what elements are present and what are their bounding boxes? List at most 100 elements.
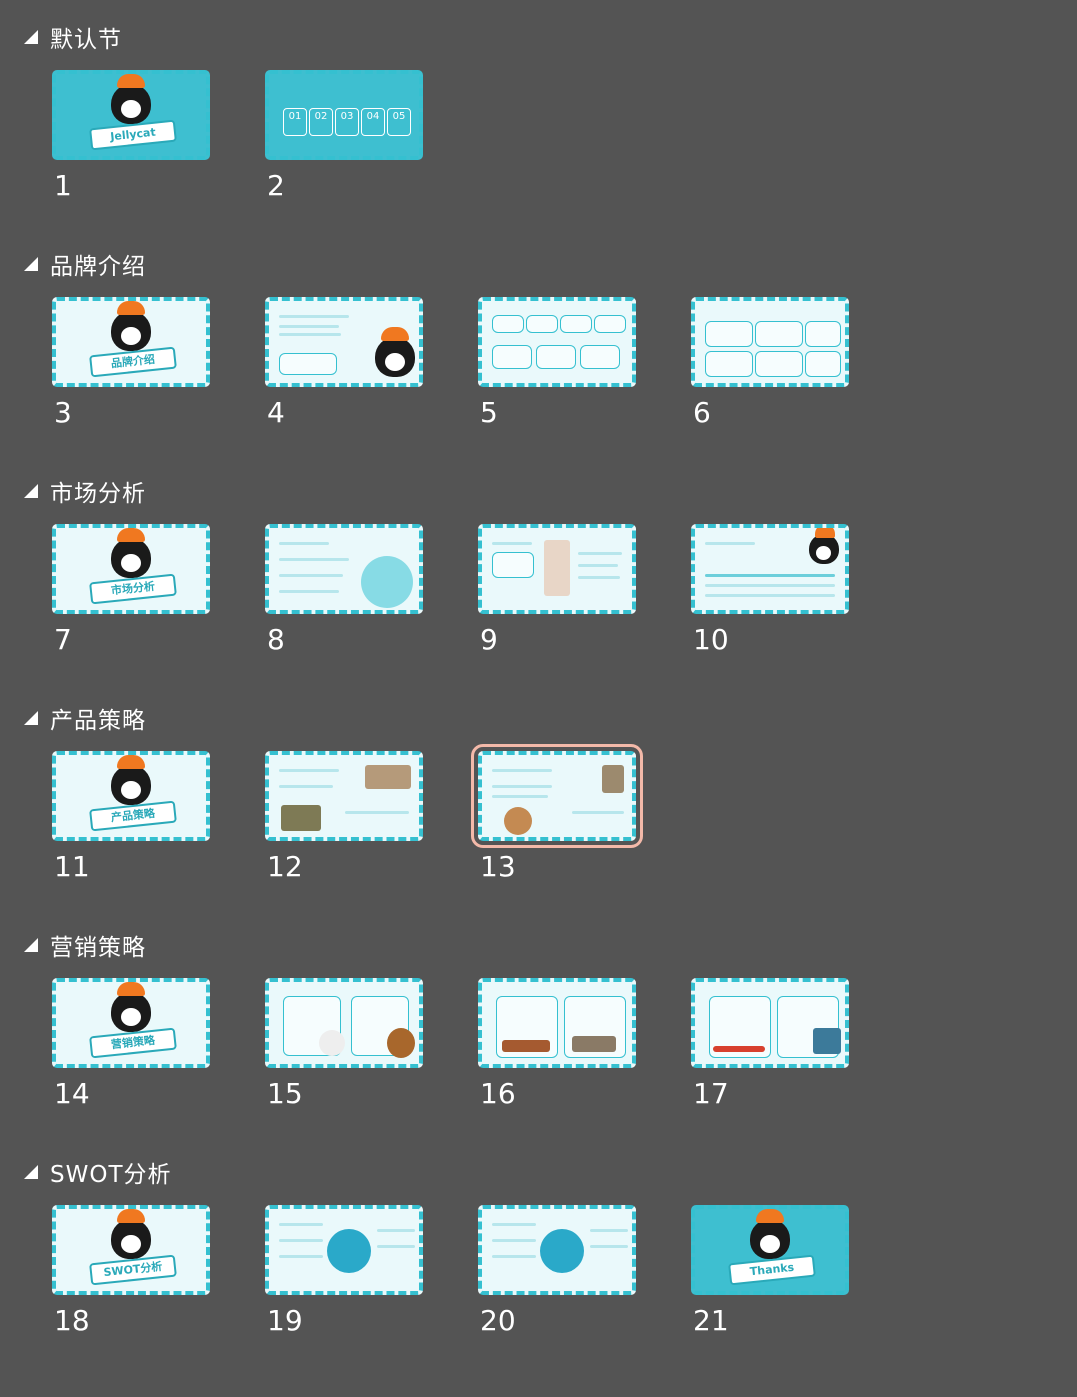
thumb-title: 品牌介绍 [89, 346, 177, 378]
slide-preview [691, 524, 849, 614]
slide-preview [265, 297, 423, 387]
slide-thumbnail-7[interactable]: 市场分析 7 [52, 524, 210, 656]
slide-number: 21 [693, 1304, 729, 1337]
slide-thumbnail-19[interactable]: 19 [265, 1205, 423, 1337]
section-title: 默认节 [50, 27, 122, 53]
cat-mascot-icon [111, 74, 151, 124]
slide-preview [265, 978, 423, 1068]
collapse-triangle-icon[interactable] [24, 938, 38, 952]
slide-number: 4 [267, 396, 285, 429]
slide-thumbnail-4[interactable]: 4 [265, 297, 423, 429]
thumb-title: 市场分析 [89, 573, 177, 605]
slide-preview [478, 524, 636, 614]
slide-thumbnail-9[interactable]: 9 [478, 524, 636, 656]
cat-mascot-icon [809, 528, 839, 564]
slide-thumbnail-14[interactable]: 营销策略 14 [52, 978, 210, 1110]
slide-preview [478, 978, 636, 1068]
toc-item: 04 [361, 108, 385, 136]
slide-thumbnail-5[interactable]: 5 [478, 297, 636, 429]
slide-number: 12 [267, 850, 303, 883]
thumb-title: Thanks [728, 1254, 816, 1286]
slide-number: 7 [54, 623, 72, 656]
thumb-title: Jellycat [89, 119, 177, 151]
slide-thumbnail-6[interactable]: 6 [691, 297, 849, 429]
slide-preview [478, 1205, 636, 1295]
collapse-triangle-icon[interactable] [24, 30, 38, 44]
slide-preview: 市场分析 [52, 524, 210, 614]
slide-number: 13 [480, 850, 516, 883]
slide-thumbnail-3[interactable]: 品牌介绍 3 [52, 297, 210, 429]
slide-thumbnail-8[interactable]: 8 [265, 524, 423, 656]
slide-thumbnail-17[interactable]: 17 [691, 978, 849, 1110]
slide-number: 3 [54, 396, 72, 429]
slide-preview [691, 978, 849, 1068]
section-title: 品牌介绍 [50, 254, 146, 280]
slide-number: 5 [480, 396, 498, 429]
slide-preview [265, 1205, 423, 1295]
cat-mascot-icon [111, 755, 151, 805]
slide-thumbnail-2[interactable]: 01 02 03 04 05 2 [265, 70, 423, 202]
section-header-market[interactable]: 市场分析 [24, 474, 146, 508]
slide-number: 17 [693, 1077, 729, 1110]
slide-thumbnail-16[interactable]: 16 [478, 978, 636, 1110]
slide-preview [471, 744, 643, 848]
slide-number: 16 [480, 1077, 516, 1110]
section-header-product[interactable]: 产品策略 [24, 701, 146, 735]
slide-number: 11 [54, 850, 90, 883]
slide-number: 18 [54, 1304, 90, 1337]
section-header-marketing[interactable]: 营销策略 [24, 928, 146, 962]
slide-preview [691, 297, 849, 387]
slide-preview: 01 02 03 04 05 [265, 70, 423, 160]
cat-mascot-icon [111, 528, 151, 578]
section-title: 营销策略 [50, 935, 146, 961]
collapse-triangle-icon[interactable] [24, 711, 38, 725]
collapse-triangle-icon[interactable] [24, 484, 38, 498]
slide-preview [478, 297, 636, 387]
slide-thumbnail-12[interactable]: 12 [265, 751, 423, 883]
slide-number: 15 [267, 1077, 303, 1110]
slide-preview: 产品策略 [52, 751, 210, 841]
slide-thumbnail-18[interactable]: SWOT分析 18 [52, 1205, 210, 1337]
slide-number: 19 [267, 1304, 303, 1337]
section-header-swot[interactable]: SWOT分析 [24, 1155, 172, 1189]
toc-item: 03 [335, 108, 359, 136]
toc-item: 02 [309, 108, 333, 136]
slide-preview: 营销策略 [52, 978, 210, 1068]
section-header-default[interactable]: 默认节 [24, 20, 122, 54]
slide-number: 6 [693, 396, 711, 429]
slide-thumbnail-15[interactable]: 15 [265, 978, 423, 1110]
slide-thumbnail-13[interactable]: 13 [471, 744, 643, 883]
thumb-title: 营销策略 [89, 1027, 177, 1059]
slide-number: 9 [480, 623, 498, 656]
section-title: 产品策略 [50, 708, 146, 734]
cat-mascot-icon [111, 982, 151, 1032]
cat-mascot-icon [111, 301, 151, 351]
slide-thumbnail-20[interactable]: 20 [478, 1205, 636, 1337]
cat-mascot-icon [750, 1209, 790, 1259]
toc-item: 05 [387, 108, 411, 136]
collapse-triangle-icon[interactable] [24, 257, 38, 271]
slide-preview [265, 751, 423, 841]
slide-preview: SWOT分析 [52, 1205, 210, 1295]
toc-item: 01 [283, 108, 307, 136]
section-title: SWOT分析 [50, 1162, 172, 1188]
slide-thumbnail-1[interactable]: Jellycat 1 [52, 70, 210, 202]
slide-preview [265, 524, 423, 614]
slide-number: 14 [54, 1077, 90, 1110]
slide-preview: Thanks [691, 1205, 849, 1295]
cat-mascot-icon [111, 1209, 151, 1259]
section-title: 市场分析 [50, 481, 146, 507]
collapse-triangle-icon[interactable] [24, 1165, 38, 1179]
slide-preview: 品牌介绍 [52, 297, 210, 387]
cat-mascot-icon [375, 327, 415, 377]
slide-number: 1 [54, 169, 72, 202]
slide-number: 20 [480, 1304, 516, 1337]
slide-number: 2 [267, 169, 285, 202]
slide-thumbnail-11[interactable]: 产品策略 11 [52, 751, 210, 883]
slide-preview: Jellycat [52, 70, 210, 160]
slide-number: 10 [693, 623, 729, 656]
section-header-brand[interactable]: 品牌介绍 [24, 247, 146, 281]
slide-thumbnail-21[interactable]: Thanks 21 [691, 1205, 849, 1337]
slide-thumbnail-10[interactable]: 10 [691, 524, 849, 656]
slide-number: 8 [267, 623, 285, 656]
